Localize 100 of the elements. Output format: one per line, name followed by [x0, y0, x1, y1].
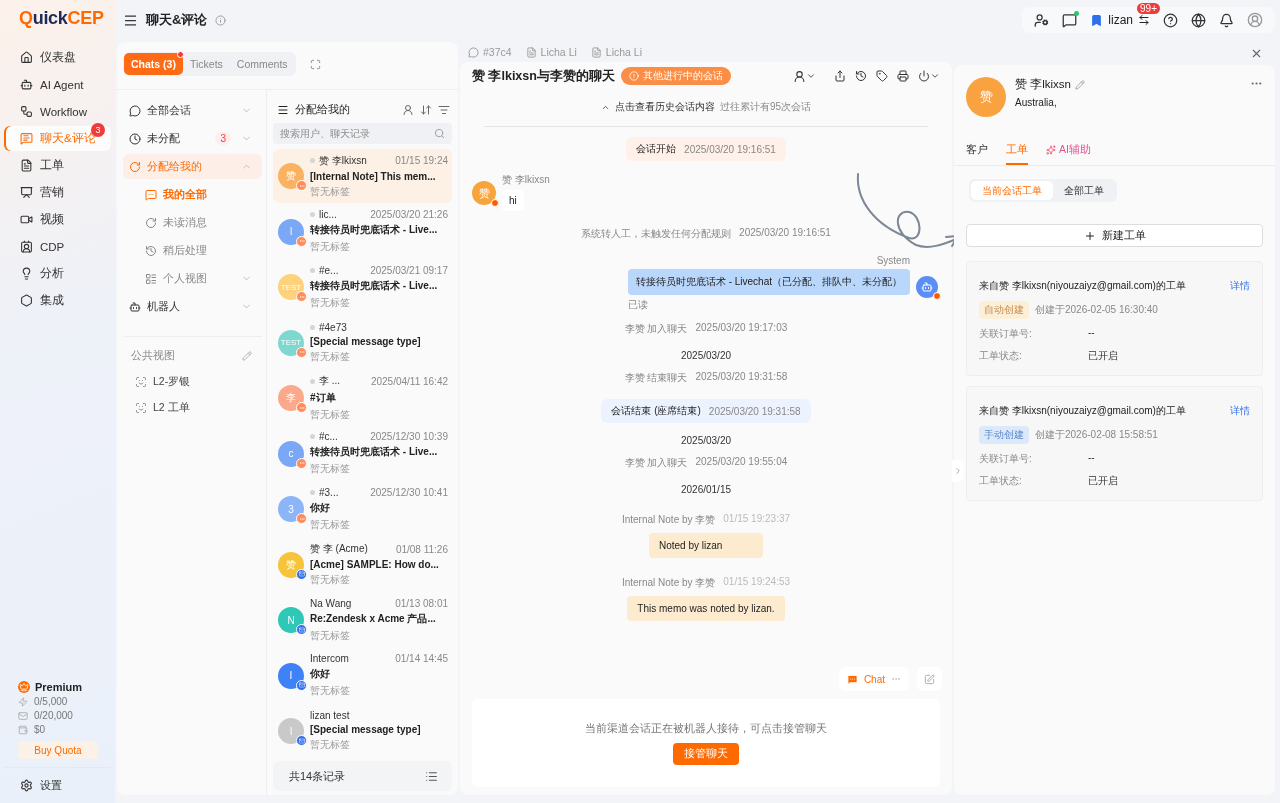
nav-item[interactable]: AI Agent — [4, 72, 111, 97]
share-button[interactable] — [834, 70, 846, 82]
ticket-title: 来自赞 李lkixsn(niyouzaiyz@gmail.com)的工单 — [979, 279, 1186, 293]
message-time: 01/15 19:24 — [395, 155, 448, 166]
conversation-item[interactable]: TEST #e... 2025/03/21 09:17 转接待员时兜底话术 - Live... 暂无标签 — [273, 260, 452, 314]
close-button[interactable] — [1250, 47, 1263, 60]
robot-icon — [20, 78, 33, 91]
message-time: 2025/03/20 21:26 — [370, 209, 448, 220]
details-link[interactable]: 详情 — [1230, 279, 1250, 293]
note-bubble: Noted by lizan — [649, 533, 763, 558]
nav-item[interactable]: 工单 — [4, 153, 111, 178]
tag-text: 暂无标签 — [310, 240, 351, 254]
user-switcher[interactable]: lizan — [1090, 13, 1150, 27]
bot-avatar — [916, 276, 938, 298]
info-icon — [215, 14, 227, 26]
folder-item[interactable]: 未读消息 — [123, 210, 262, 235]
field-label: 工单状态: — [979, 474, 1023, 488]
profile-tab[interactable]: AI辅助 — [1046, 143, 1091, 165]
conversation-item[interactable]: 赞 赞 李lkixsn 01/15 19:24 [Internal Note] This mem... 暂无标签 — [273, 149, 452, 203]
search-icon — [434, 128, 445, 139]
profile-tab[interactable]: 客户 — [966, 143, 988, 165]
note-bubble: This memo was noted by lizan. — [627, 596, 785, 621]
wallet-icon — [18, 724, 28, 735]
new-ticket-button[interactable]: 新建工单 — [966, 224, 1263, 247]
nav-item[interactable]: 营销 — [4, 180, 111, 205]
message-preview: 转接待员时兜底话术 - Live... — [310, 223, 439, 237]
nav-item[interactable]: 集成 — [4, 288, 111, 313]
refresh-icon — [145, 216, 157, 229]
folder-item[interactable]: 全部会话 — [123, 98, 262, 123]
chat-monitor-button[interactable] — [1062, 12, 1078, 28]
language-button[interactable] — [1191, 12, 1206, 28]
settings-button[interactable]: 设置 — [4, 767, 111, 793]
conversation-item[interactable]: 3 #3... 2025/12/30 10:41 你好 暂无标签 — [273, 482, 452, 536]
contact-name: lizan test — [310, 710, 351, 721]
details-link[interactable]: 详情 — [1230, 404, 1250, 418]
folder-item[interactable]: 未分配 3 — [123, 126, 262, 151]
filter-button[interactable] — [438, 103, 450, 116]
history-link[interactable]: 点击查看历史会话内容 — [600, 100, 715, 114]
assignee-button[interactable] — [402, 103, 414, 116]
chevron-right-icon — [953, 466, 963, 476]
search-field[interactable]: 搜索用户、聊天记录 — [273, 123, 452, 144]
user-settings-button[interactable] — [1034, 12, 1050, 28]
history-button[interactable] — [855, 70, 867, 82]
nav-item[interactable]: 仪表盘 — [4, 45, 111, 70]
chevron-down-icon — [930, 71, 940, 81]
contact-name: 赞 李lkixsn — [319, 153, 368, 168]
nav-item[interactable]: 分析 — [4, 261, 111, 286]
notifications-button[interactable] — [1219, 12, 1234, 28]
message-preview: [Internal Note] This mem... — [310, 170, 437, 182]
help-button[interactable] — [1163, 12, 1178, 28]
nav-item[interactable]: 视频 — [4, 207, 111, 232]
profile-avatar-button[interactable] — [1247, 12, 1263, 28]
message-preview: Re:Zendesk x Acme 产品... — [310, 611, 437, 626]
message-preview: 你好 — [310, 667, 331, 681]
chat-bubble-icon — [129, 104, 141, 117]
avatar: TEST — [278, 274, 304, 300]
conversation-item[interactable]: N Na Wang 01/13 08:01 Re:Zendesk x Acme 产品... 暂无标签 — [273, 593, 452, 647]
message-time: 01/14 14:45 — [395, 653, 448, 664]
avatar: c — [278, 440, 304, 467]
view-item[interactable]: L2 工单 — [123, 395, 262, 421]
expand-handle[interactable] — [952, 460, 964, 482]
tag-button[interactable] — [876, 70, 888, 82]
assign-button[interactable] — [793, 69, 816, 83]
folder-item[interactable]: 稍后处理 — [123, 238, 262, 263]
contact-name: 赞 李 (Acme) — [310, 542, 369, 556]
conversation-item[interactable]: I Intercom 01/14 14:45 你好 暂无标签 — [273, 648, 452, 703]
contact-name: #c... — [319, 431, 339, 442]
avatar: l — [278, 218, 304, 245]
conversation-item[interactable]: 赞 赞 李 (Acme) 01/08 11:26 [Acme] SAMPLE: How do... 暂无标签 — [273, 537, 452, 592]
robot-icon — [129, 300, 141, 313]
print-button[interactable] — [897, 70, 909, 82]
mail-icon — [18, 710, 28, 721]
lightning-icon — [18, 696, 28, 707]
menu-button[interactable] — [123, 12, 138, 28]
list-view-button[interactable] — [425, 769, 438, 783]
folder-item[interactable]: 机器人 — [123, 294, 262, 319]
message-time: 2025/03/21 09:17 — [370, 264, 448, 276]
nav-item[interactable]: CDP — [4, 234, 111, 259]
power-button[interactable] — [918, 70, 940, 82]
avatar: 3 — [278, 496, 304, 522]
contact-name: Intercom — [310, 653, 350, 664]
conversation-item[interactable]: TEST #4e73 [Special message type] 暂无标签 — [273, 315, 452, 370]
segment-tab[interactable]: 全部工单 — [1053, 181, 1115, 200]
expand-button[interactable] — [309, 58, 321, 70]
nav-item[interactable]: Workflow — [4, 99, 111, 124]
conversation-item[interactable]: l lic... 2025/03/20 21:26 转接待员时兜底话术 - Live... 暂无标签 — [273, 204, 452, 259]
alert-icon — [628, 71, 639, 81]
message-time: 01/08 11:26 — [395, 543, 448, 555]
document-icon — [525, 46, 537, 58]
folder-item[interactable]: 个人视图 — [123, 266, 262, 291]
tag-text: 暂无标签 — [310, 738, 351, 752]
view-item[interactable]: L2-罗银 — [123, 369, 262, 395]
avatar: N — [278, 607, 304, 633]
message-time: 2025/12/30 10:41 — [370, 486, 448, 498]
message-time: 2025/12/30 10:39 — [370, 431, 448, 442]
quota-text: 0/5,000 — [34, 696, 68, 707]
avatar: I — [278, 662, 304, 689]
conversation-item[interactable]: 李 李 ... 2025/04/11 16:42 #订单 暂无标签 — [273, 371, 452, 425]
sort-button[interactable] — [420, 103, 432, 116]
conversation-item[interactable]: c #c... 2025/12/30 10:39 转接待员时兜底话术 - Live... 暂无标签 — [273, 426, 452, 481]
